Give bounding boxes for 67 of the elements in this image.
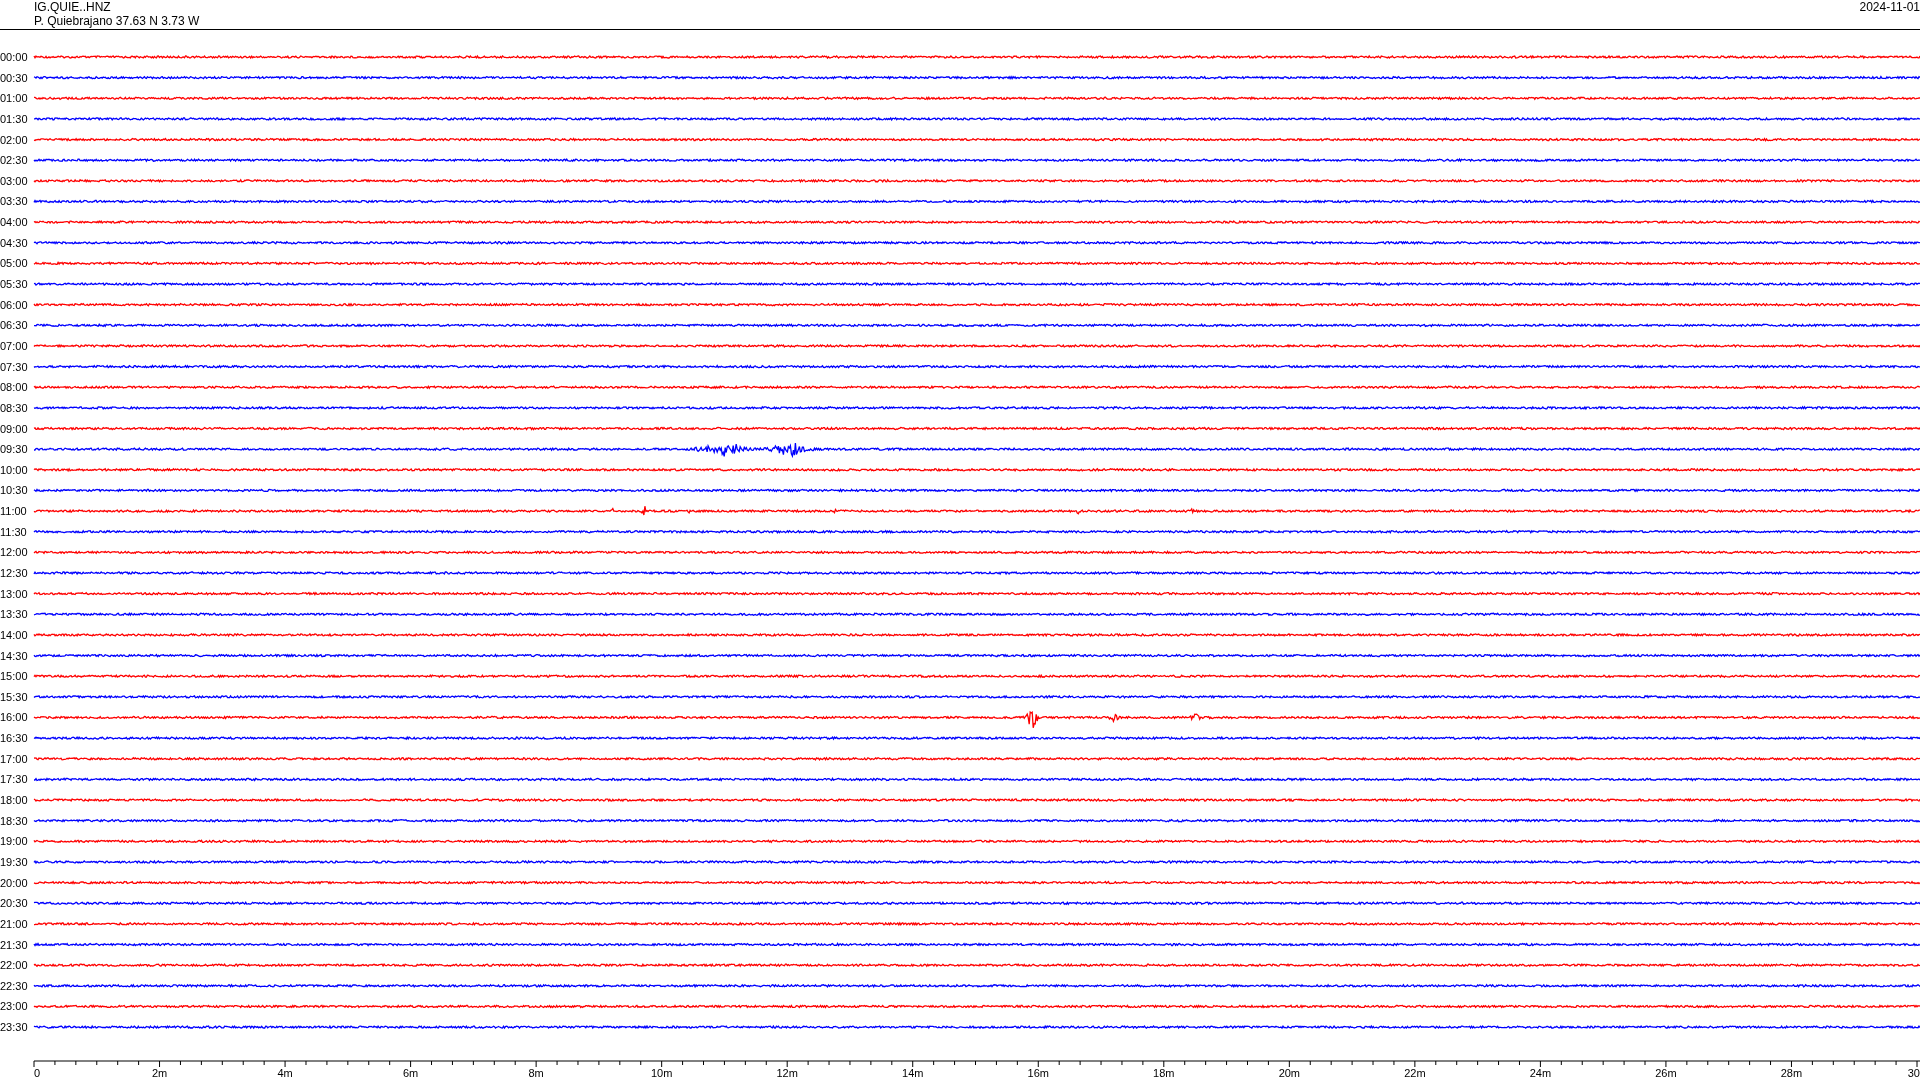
axis-tick-label: 18m — [1153, 1067, 1175, 1079]
time-label: 16:00 — [0, 711, 28, 724]
time-label: 22:00 — [0, 959, 28, 972]
time-label: 11:30 — [0, 525, 27, 538]
time-label: 19:00 — [0, 835, 28, 848]
time-label: 07:00 — [0, 339, 28, 352]
time-label: 07:30 — [0, 360, 28, 373]
axis-tick-label: 14m — [902, 1067, 924, 1079]
time-label: 15:30 — [0, 690, 28, 703]
axis-tick-label: 8m — [528, 1067, 544, 1079]
time-label: 06:00 — [0, 298, 28, 311]
time-label: 23:30 — [0, 1021, 28, 1034]
time-label: 20:30 — [0, 897, 28, 910]
time-label: 20:00 — [0, 876, 28, 889]
time-label: 06:30 — [0, 319, 28, 332]
time-label: 23:00 — [0, 1000, 28, 1013]
axis-tick-label: 30 — [1907, 1067, 1920, 1079]
time-label: 04:30 — [0, 236, 28, 249]
time-label: 11:00 — [0, 505, 27, 518]
axis-tick-label: 0 — [34, 1067, 41, 1079]
time-label: 15:00 — [0, 670, 28, 683]
time-label: 00:30 — [0, 71, 28, 84]
time-label: 17:00 — [0, 752, 28, 765]
time-label: 21:00 — [0, 917, 28, 930]
axis-tick-label: 26m — [1655, 1067, 1677, 1079]
axis-tick-label: 28m — [1780, 1067, 1803, 1079]
time-label: 12:30 — [0, 567, 28, 579]
time-label: 21:30 — [0, 938, 28, 951]
axis-tick-label: 24m — [1529, 1067, 1552, 1079]
time-label: 01:30 — [0, 112, 28, 125]
time-label: 14:00 — [0, 628, 28, 641]
time-label: 00:00 — [0, 51, 28, 63]
time-label: 17:30 — [0, 773, 28, 786]
time-label: 05:30 — [0, 278, 28, 291]
axis-tick-label: 20m — [1278, 1067, 1301, 1079]
axis-tick-label: 4m — [277, 1067, 293, 1079]
time-label: 03:30 — [0, 195, 28, 208]
time-label: 02:00 — [0, 133, 28, 146]
time-label: 10:30 — [0, 484, 28, 497]
time-label: 08:00 — [0, 381, 28, 394]
time-label: 03:00 — [0, 174, 28, 187]
date-label: 2024-11-01 — [1859, 0, 1920, 14]
time-label: 14:30 — [0, 649, 28, 662]
time-label: 09:00 — [0, 422, 28, 435]
time-label: 18:00 — [0, 794, 28, 807]
time-label: 18:30 — [0, 814, 28, 827]
time-label: 16:30 — [0, 732, 28, 745]
time-label: 01:00 — [0, 92, 28, 105]
axis-tick-label: 12m — [776, 1067, 798, 1079]
time-label: 02:30 — [0, 154, 28, 167]
station-location: P. Quiebrajano 37.63 N 3.73 W — [34, 14, 200, 28]
time-label: 09:30 — [0, 443, 28, 456]
time-label: 10:00 — [0, 463, 28, 476]
time-label: 19:30 — [0, 855, 28, 868]
time-label: 05:00 — [0, 257, 28, 270]
time-label: 13:30 — [0, 608, 28, 621]
axis-tick-label: 16m — [1027, 1067, 1049, 1079]
time-label: 04:00 — [0, 216, 28, 229]
axis-tick-label: 10m — [650, 1067, 673, 1079]
time-label: 22:30 — [0, 979, 28, 992]
time-label: 12:00 — [0, 546, 28, 559]
time-label: 13:00 — [0, 587, 28, 600]
time-label: 08:30 — [0, 401, 28, 414]
station-code: IG.QUIE..HNZ — [34, 0, 112, 14]
axis-tick-label: 6m — [402, 1067, 419, 1079]
axis-tick-label: 22m — [1404, 1067, 1426, 1079]
axis-tick-label: 2m — [151, 1067, 168, 1079]
